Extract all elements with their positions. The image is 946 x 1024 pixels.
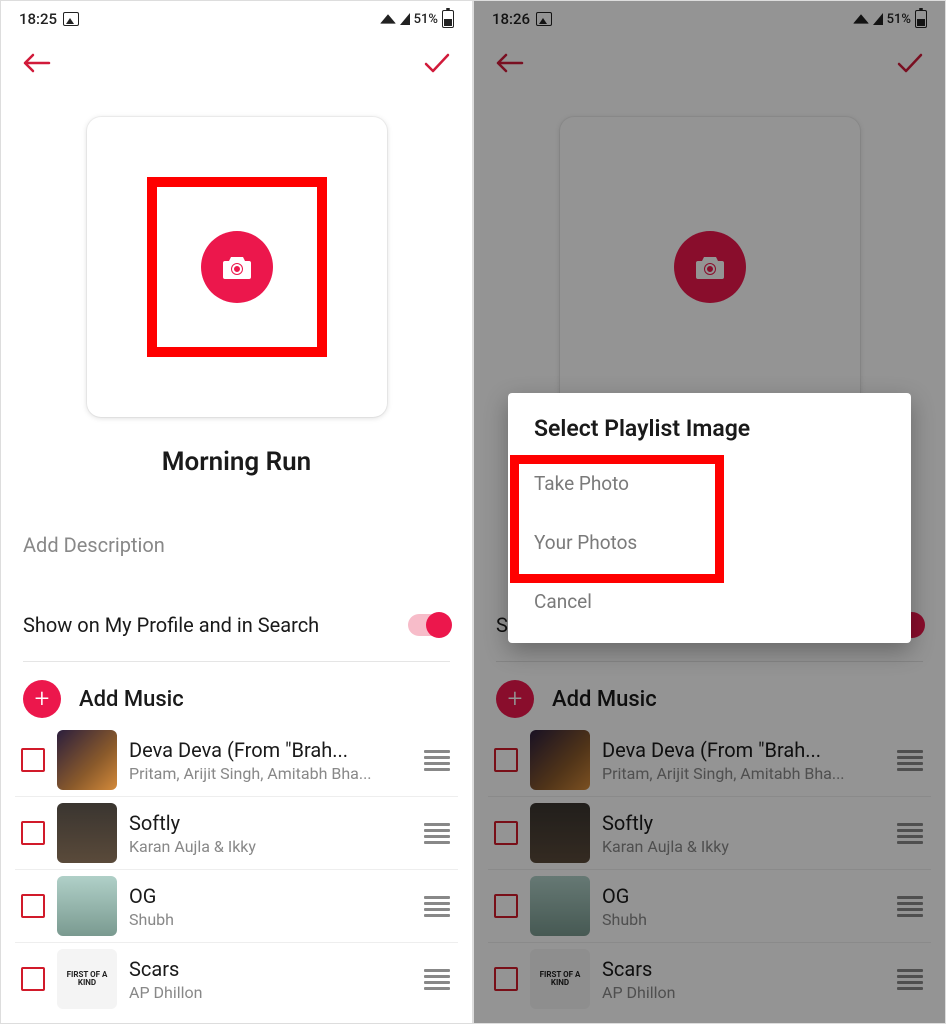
drag-handle-icon[interactable] xyxy=(895,969,925,990)
screen-select-image: 18:26 51% Morning Run Add Description S xyxy=(473,0,946,1024)
song-artist: AP Dhillon xyxy=(602,983,883,1002)
song-artist: Shubh xyxy=(129,910,410,929)
drag-handle-icon[interactable] xyxy=(895,823,925,844)
song-artist: Pritam, Arijit Singh, Amitabh Bha... xyxy=(129,764,410,783)
song-checkbox[interactable] xyxy=(494,967,518,991)
screen-edit-playlist: 18:25 51% Morning Run Add Description Sh… xyxy=(0,0,473,1024)
song-title: OG xyxy=(129,884,410,908)
song-thumbnail: FIRST OF A KIND xyxy=(530,949,590,1009)
song-thumbnail xyxy=(530,876,590,936)
song-row: Softly Karan Aujla & Ikky xyxy=(488,797,931,870)
add-music-label: Add Music xyxy=(552,687,657,712)
status-time: 18:26 xyxy=(492,10,530,28)
select-image-dialog: Select Playlist Image Take Photo Your Ph… xyxy=(508,393,911,643)
song-thumbnail xyxy=(57,730,117,790)
gallery-indicator-icon xyxy=(63,12,79,26)
confirm-button[interactable] xyxy=(895,51,925,75)
song-checkbox[interactable] xyxy=(494,821,518,845)
drag-handle-icon[interactable] xyxy=(895,896,925,917)
song-thumbnail xyxy=(530,730,590,790)
song-title: Softly xyxy=(129,811,410,835)
gallery-indicator-icon xyxy=(536,12,552,26)
song-row: OG Shubh xyxy=(488,870,931,943)
add-music-button[interactable]: + Add Music xyxy=(474,662,945,724)
drag-handle-icon[interactable] xyxy=(895,750,925,771)
battery-percent: 51% xyxy=(887,12,911,27)
song-title: Deva Deva (From "Brah... xyxy=(129,738,410,762)
song-thumbnail xyxy=(530,803,590,863)
description-input[interactable]: Add Description xyxy=(1,533,472,557)
profile-visibility-label: Show on My Profile and in Search xyxy=(23,613,319,637)
playlist-cover-placeholder[interactable] xyxy=(560,117,860,417)
plus-icon: + xyxy=(496,680,534,718)
wifi-icon xyxy=(853,14,869,24)
song-title: OG xyxy=(602,884,883,908)
song-thumbnail xyxy=(57,803,117,863)
song-checkbox[interactable] xyxy=(21,967,45,991)
song-artist: Pritam, Arijit Singh, Amitabh Bha... xyxy=(602,764,883,783)
nav-bar xyxy=(1,37,472,89)
wifi-icon xyxy=(380,14,396,24)
song-row: Deva Deva (From "Brah... Pritam, Arijit … xyxy=(15,724,458,797)
song-list: Deva Deva (From "Brah... Pritam, Arijit … xyxy=(1,724,472,1015)
song-checkbox[interactable] xyxy=(21,894,45,918)
drag-handle-icon[interactable] xyxy=(422,750,452,771)
plus-icon: + xyxy=(23,680,61,718)
song-row: Deva Deva (From "Brah... Pritam, Arijit … xyxy=(488,724,931,797)
signal-icon xyxy=(873,13,883,25)
playlist-cover-placeholder[interactable] xyxy=(87,117,387,417)
song-checkbox[interactable] xyxy=(494,748,518,772)
battery-icon xyxy=(915,10,927,28)
battery-percent: 51% xyxy=(414,12,438,27)
cancel-option[interactable]: Cancel xyxy=(508,572,911,631)
song-list: Deva Deva (From "Brah... Pritam, Arijit … xyxy=(474,724,945,1015)
song-title: Scars xyxy=(602,957,883,981)
song-checkbox[interactable] xyxy=(21,821,45,845)
song-title: Deva Deva (From "Brah... xyxy=(602,738,883,762)
status-time: 18:25 xyxy=(19,10,57,28)
playlist-title-input[interactable]: Morning Run xyxy=(1,447,472,477)
drag-handle-icon[interactable] xyxy=(422,823,452,844)
nav-bar xyxy=(474,37,945,89)
profile-visibility-toggle[interactable] xyxy=(408,614,450,636)
camera-icon[interactable] xyxy=(674,231,746,303)
song-artist: AP Dhillon xyxy=(129,983,410,1002)
dialog-title: Select Playlist Image xyxy=(508,415,911,454)
battery-icon xyxy=(442,10,454,28)
song-title: Scars xyxy=(129,957,410,981)
profile-visibility-label: S xyxy=(496,613,508,637)
drag-handle-icon[interactable] xyxy=(422,969,452,990)
song-thumbnail: FIRST OF A KIND xyxy=(57,949,117,1009)
profile-visibility-row: Show on My Profile and in Search xyxy=(1,613,472,637)
status-bar: 18:26 51% xyxy=(474,1,945,37)
drag-handle-icon[interactable] xyxy=(422,896,452,917)
status-bar: 18:25 51% xyxy=(1,1,472,37)
song-row: FIRST OF A KIND Scars AP Dhillon xyxy=(15,943,458,1015)
song-artist: Karan Aujla & Ikky xyxy=(602,837,883,856)
add-music-button[interactable]: + Add Music xyxy=(1,662,472,724)
song-row: OG Shubh xyxy=(15,870,458,943)
song-checkbox[interactable] xyxy=(494,894,518,918)
your-photos-option[interactable]: Your Photos xyxy=(508,513,911,572)
song-artist: Shubh xyxy=(602,910,883,929)
song-title: Softly xyxy=(602,811,883,835)
song-row: Softly Karan Aujla & Ikky xyxy=(15,797,458,870)
song-artist: Karan Aujla & Ikky xyxy=(129,837,410,856)
camera-icon[interactable] xyxy=(201,231,273,303)
song-row: FIRST OF A KIND Scars AP Dhillon xyxy=(488,943,931,1015)
signal-icon xyxy=(400,13,410,25)
back-button[interactable] xyxy=(494,51,524,75)
add-music-label: Add Music xyxy=(79,687,184,712)
back-button[interactable] xyxy=(21,51,51,75)
confirm-button[interactable] xyxy=(422,51,452,75)
song-thumbnail xyxy=(57,876,117,936)
song-checkbox[interactable] xyxy=(21,748,45,772)
take-photo-option[interactable]: Take Photo xyxy=(508,454,911,513)
